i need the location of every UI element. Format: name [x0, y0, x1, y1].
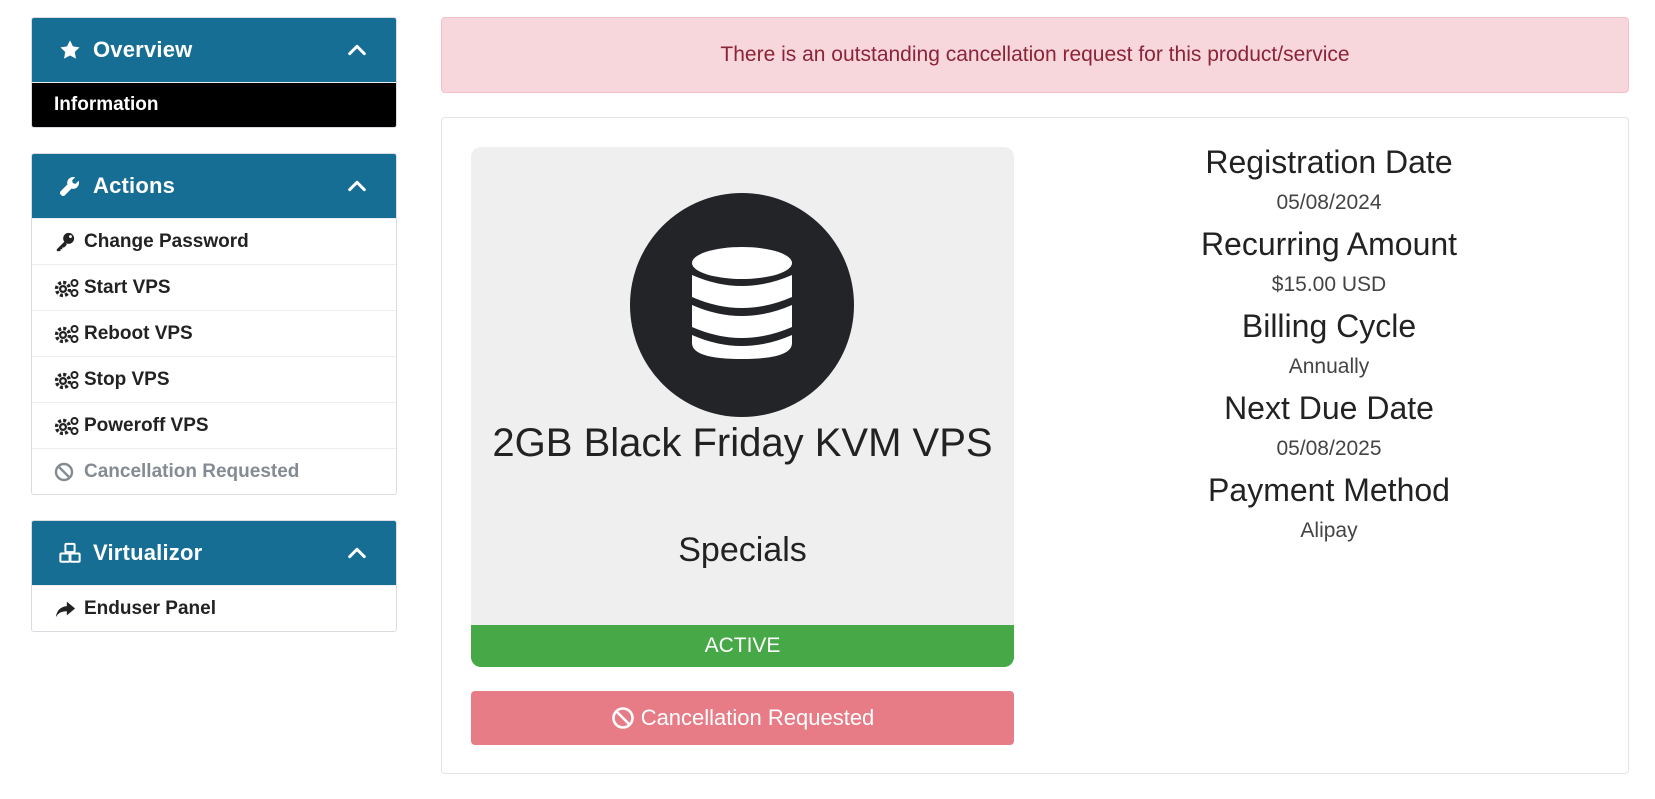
sidebar-item-change-password[interactable]: Change Password: [32, 218, 396, 264]
sidebar-item-label: Information: [54, 94, 159, 115]
detail-value-recurring-amount: $15.00 USD: [1271, 273, 1387, 296]
sidebar-item-label: Stop VPS: [84, 368, 170, 390]
detail-label-billing-cycle: Billing Cycle: [1241, 308, 1417, 344]
share-icon: [54, 599, 80, 619]
alert-text: There is an outstanding cancellation req…: [720, 43, 1350, 66]
panel-actions-title: Actions: [93, 173, 176, 198]
status-badge: ACTIVE: [471, 625, 1014, 667]
detail-value-payment-method: Alipay: [1300, 519, 1358, 542]
status-label: ACTIVE: [704, 634, 781, 657]
product-summary-body: 2GB Black Friday KVM VPS Specials: [471, 147, 1014, 625]
ban-icon: [54, 462, 80, 482]
cogs-icon: [54, 324, 80, 344]
product-details-card: 2GB Black Friday KVM VPS Specials ACTIVE…: [441, 117, 1629, 774]
sidebar-item-label: Reboot VPS: [84, 322, 193, 344]
chevron-up-icon[interactable]: [346, 542, 368, 564]
star-icon: [59, 39, 81, 61]
cubes-icon: [59, 542, 81, 564]
product-details-list: Registration Date 05/08/2024 Recurring A…: [1042, 142, 1616, 552]
sidebar-item-label: Change Password: [84, 230, 249, 252]
product-name: 2GB Black Friday KVM VPS: [492, 421, 993, 465]
panel-actions: Actions Change Password Start VPS Reboot…: [31, 153, 397, 495]
sidebar: Overview Information Actions Change Pass…: [31, 17, 397, 657]
panel-overview-header[interactable]: Overview: [32, 18, 396, 82]
cogs-icon: [54, 416, 80, 436]
panel-actions-header[interactable]: Actions: [32, 154, 396, 218]
cancellation-requested-button[interactable]: Cancellation Requested: [471, 691, 1014, 745]
detail-label-payment-method: Payment Method: [1208, 472, 1450, 508]
panel-overview: Overview Information: [31, 17, 397, 128]
detail-label-registration-date: Registration Date: [1205, 144, 1453, 180]
panel-virtualizor-title: Virtualizor: [93, 540, 203, 565]
sidebar-item-label: Poweroff VPS: [84, 414, 209, 436]
cogs-icon: [54, 278, 80, 298]
sidebar-item-information[interactable]: Information: [32, 82, 396, 127]
sidebar-item-stop-vps[interactable]: Stop VPS: [32, 356, 396, 402]
cancellation-alert: There is an outstanding cancellation req…: [441, 17, 1629, 93]
key-icon: [54, 232, 80, 252]
chevron-up-icon[interactable]: [346, 175, 368, 197]
sidebar-item-enduser-panel[interactable]: Enduser Panel: [32, 585, 396, 631]
sidebar-item-label: Start VPS: [84, 276, 171, 298]
chevron-up-icon[interactable]: [346, 39, 368, 61]
sidebar-item-reboot-vps[interactable]: Reboot VPS: [32, 310, 396, 356]
detail-value-next-due-date: 05/08/2025: [1276, 437, 1382, 460]
database-icon: [690, 245, 794, 366]
product-group: Specials: [678, 531, 807, 569]
detail-label-next-due-date: Next Due Date: [1224, 390, 1434, 426]
product-icon-circle: [630, 193, 854, 417]
cogs-icon: [54, 370, 80, 390]
panel-virtualizor: Virtualizor Enduser Panel: [31, 520, 397, 632]
panel-virtualizor-header[interactable]: Virtualizor: [32, 521, 396, 585]
sidebar-item-cancellation-requested: Cancellation Requested: [32, 448, 396, 494]
sidebar-item-start-vps[interactable]: Start VPS: [32, 264, 396, 310]
detail-value-registration-date: 05/08/2024: [1276, 191, 1382, 214]
product-summary: 2GB Black Friday KVM VPS Specials ACTIVE: [471, 147, 1014, 667]
sidebar-item-poweroff-vps[interactable]: Poweroff VPS: [32, 402, 396, 448]
detail-label-recurring-amount: Recurring Amount: [1200, 226, 1458, 262]
sidebar-item-label: Cancellation Requested: [84, 460, 300, 482]
cancel-button-label: Cancellation Requested: [640, 705, 875, 730]
ban-icon: [611, 706, 635, 730]
panel-overview-title: Overview: [93, 37, 193, 62]
wrench-icon: [59, 175, 81, 197]
sidebar-item-label: Enduser Panel: [84, 597, 216, 619]
detail-value-billing-cycle: Annually: [1288, 355, 1370, 378]
